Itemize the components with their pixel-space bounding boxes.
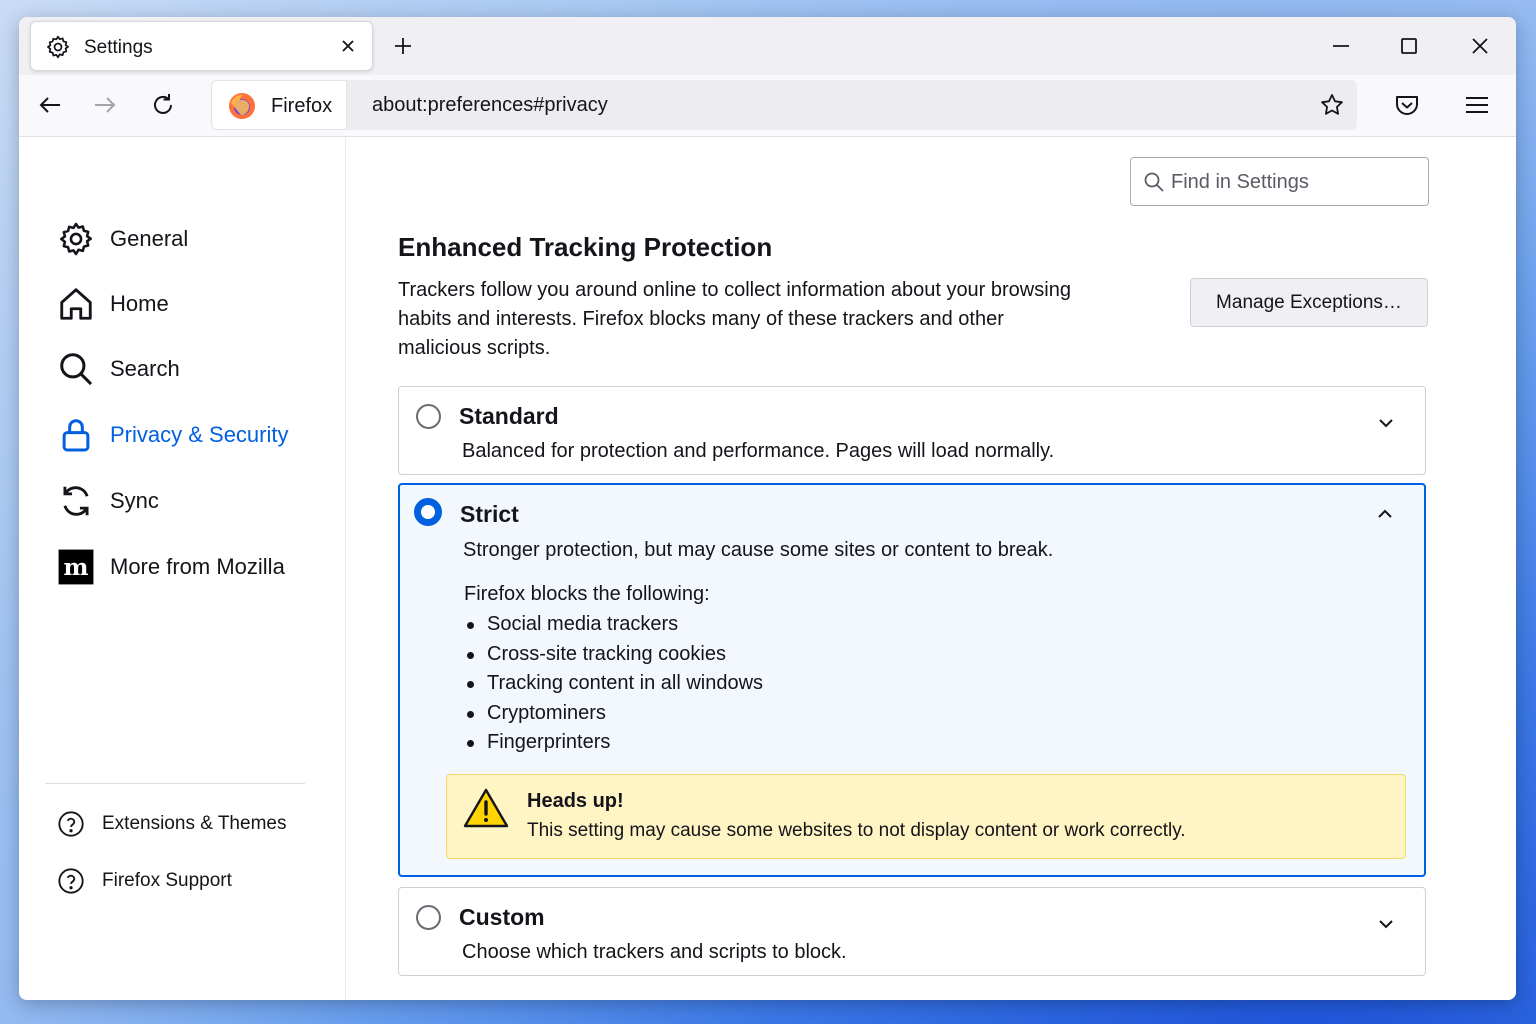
minimize-icon[interactable] bbox=[1327, 32, 1355, 60]
mozilla-icon: m bbox=[58, 549, 94, 585]
tab-title: Settings bbox=[84, 37, 153, 58]
search-input[interactable] bbox=[1171, 167, 1419, 197]
option-strict[interactable]: Strict Stronger protection, but may caus… bbox=[398, 483, 1426, 877]
warning-box: Heads up! This setting may cause some we… bbox=[446, 774, 1406, 859]
tab-settings[interactable]: Settings bbox=[30, 21, 373, 71]
sidebar-item-search[interactable]: Search bbox=[57, 347, 317, 391]
window-close-icon[interactable] bbox=[1466, 32, 1494, 60]
chevron-up-icon[interactable] bbox=[1374, 503, 1396, 525]
sidebar-divider bbox=[45, 783, 305, 784]
close-icon[interactable] bbox=[338, 36, 358, 56]
list-item: Tracking content in all windows bbox=[466, 672, 763, 702]
lock-icon bbox=[62, 419, 90, 452]
sidebar-item-privacy-security[interactable]: Privacy & Security bbox=[57, 413, 317, 457]
radio-custom[interactable] bbox=[416, 905, 441, 930]
sidebar: General Home Search Privacy & Security S… bbox=[19, 137, 346, 1000]
list-item: Cross-site tracking cookies bbox=[466, 643, 763, 673]
gear-icon bbox=[47, 35, 69, 59]
warning-text: This setting may cause some websites to … bbox=[527, 820, 1186, 841]
footer-link-label: Firefox Support bbox=[102, 870, 232, 891]
home-icon bbox=[60, 288, 92, 320]
search-icon bbox=[60, 353, 93, 386]
option-title: Standard bbox=[459, 403, 559, 429]
sidebar-item-label: Sync bbox=[110, 488, 159, 513]
identity-label: Firefox bbox=[271, 95, 333, 117]
browser-window: Settings Firefox about:preferences#priva… bbox=[19, 17, 1516, 1000]
etp-description: Trackers follow you around online to col… bbox=[398, 279, 1071, 359]
blocked-items-list: Social media trackers Cross-site trackin… bbox=[466, 613, 763, 761]
chevron-down-icon[interactable] bbox=[1375, 412, 1397, 434]
sidebar-item-label: Privacy & Security bbox=[110, 422, 289, 447]
option-custom[interactable]: Custom Choose which trackers and scripts… bbox=[398, 887, 1426, 976]
find-in-settings[interactable] bbox=[1130, 157, 1429, 206]
list-item: Social media trackers bbox=[466, 613, 763, 643]
option-description: Stronger protection, but may cause some … bbox=[463, 539, 1054, 561]
sidebar-item-general[interactable]: General bbox=[57, 217, 317, 261]
tab-bar: Settings bbox=[19, 17, 1516, 75]
radio-standard[interactable] bbox=[416, 404, 441, 429]
gear-icon bbox=[60, 222, 92, 256]
page-title: Enhanced Tracking Protection bbox=[398, 232, 773, 262]
plus-icon[interactable] bbox=[391, 34, 415, 58]
list-item: Fingerprinters bbox=[466, 731, 763, 761]
sidebar-item-label: Search bbox=[110, 356, 180, 381]
search-icon bbox=[1144, 172, 1164, 192]
manage-exceptions-button[interactable]: Manage Exceptions… bbox=[1190, 278, 1428, 327]
extensions-themes-link[interactable]: Extensions & Themes bbox=[57, 807, 286, 841]
warning-icon bbox=[463, 788, 509, 828]
firefox-support-link[interactable]: Firefox Support bbox=[57, 864, 232, 898]
chevron-down-icon[interactable] bbox=[1375, 913, 1397, 935]
sidebar-item-home[interactable]: Home bbox=[57, 282, 317, 326]
sidebar-item-label: Home bbox=[110, 291, 169, 316]
sidebar-item-sync[interactable]: Sync bbox=[57, 479, 317, 523]
svg-text:m: m bbox=[63, 553, 88, 581]
sidebar-item-label: General bbox=[110, 226, 189, 251]
blocks-heading: Firefox blocks the following: bbox=[464, 583, 710, 605]
help-icon bbox=[58, 811, 84, 837]
footer-link-label: Extensions & Themes bbox=[102, 813, 287, 834]
option-standard[interactable]: Standard Balanced for protection and per… bbox=[398, 386, 1426, 475]
list-item: Cryptominers bbox=[466, 702, 763, 732]
option-description: Balanced for protection and performance.… bbox=[462, 440, 1055, 462]
firefox-logo-icon bbox=[229, 93, 255, 119]
option-description: Choose which trackers and scripts to blo… bbox=[462, 941, 847, 963]
pocket-icon[interactable] bbox=[1392, 90, 1422, 120]
sidebar-item-label: More from Mozilla bbox=[110, 554, 285, 579]
forward-arrow-icon[interactable] bbox=[90, 90, 120, 120]
url-text[interactable]: about:preferences#privacy bbox=[372, 94, 608, 117]
help-icon bbox=[58, 868, 84, 894]
hamburger-menu-icon[interactable] bbox=[1462, 90, 1492, 120]
url-bar[interactable]: Firefox about:preferences#privacy bbox=[211, 80, 1357, 130]
maximize-icon[interactable] bbox=[1395, 32, 1423, 60]
nav-bar: Firefox about:preferences#privacy bbox=[19, 75, 1516, 137]
radio-strict[interactable] bbox=[414, 498, 442, 526]
option-title: Strict bbox=[460, 501, 519, 527]
sync-icon bbox=[63, 486, 89, 516]
reload-icon[interactable] bbox=[148, 90, 178, 120]
option-title: Custom bbox=[459, 904, 545, 930]
bookmark-star-icon[interactable] bbox=[1319, 92, 1345, 118]
sidebar-item-more-from-mozilla[interactable]: m More from Mozilla bbox=[57, 545, 317, 589]
identity-box[interactable]: Firefox bbox=[211, 80, 347, 130]
warning-title: Heads up! bbox=[527, 790, 624, 812]
main-pane: Enhanced Tracking Protection Trackers fo… bbox=[346, 137, 1516, 1000]
preferences-content: General Home Search Privacy & Security S… bbox=[19, 137, 1516, 1000]
back-arrow-icon[interactable] bbox=[35, 90, 65, 120]
